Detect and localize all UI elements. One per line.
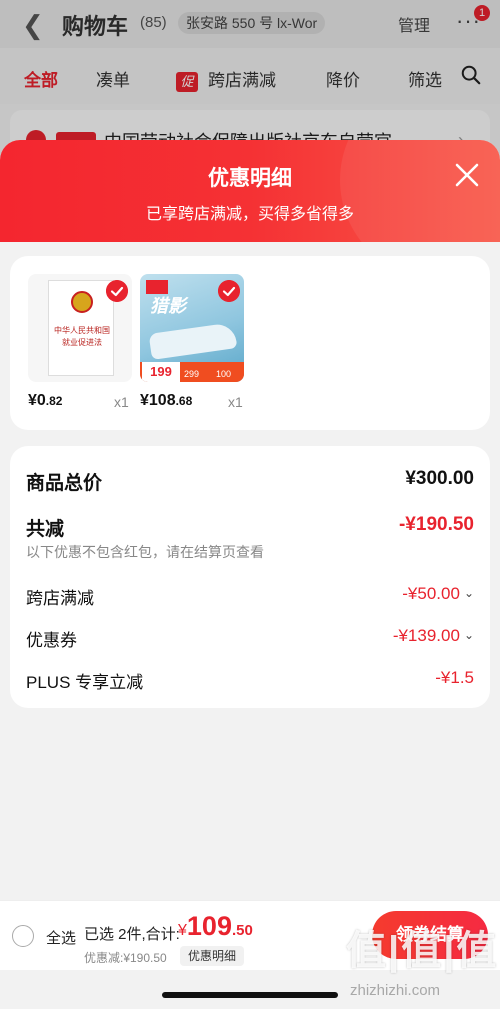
image-price-original: 299 xyxy=(184,369,200,379)
discount-label: PLUS 专享立减 xyxy=(26,673,144,692)
discount-label: 优惠券 xyxy=(26,631,77,650)
discount-summary: 优惠减:¥190.50 xyxy=(84,951,167,965)
product-image[interactable]: 猎影 199 299 100 xyxy=(140,274,244,382)
close-icon[interactable] xyxy=(454,162,480,188)
selected-count: 已选 2件,合计: xyxy=(84,926,180,943)
book-cover-title: 中华人民共和国就业促进法 xyxy=(54,326,110,347)
product-price: ¥108.68 xyxy=(140,392,193,409)
product-list: 中华人民共和国就业促进法 ¥0.82 x1 猎影 199 299 100 ¥10… xyxy=(10,256,490,430)
price-summary: 商品总价 ¥300.00 共减 -¥190.50 以下优惠不包含红包，请在结算页… xyxy=(10,446,490,708)
discount-value: -¥50.00 ⌄ xyxy=(402,584,474,603)
product-image[interactable]: 中华人民共和国就业促进法 xyxy=(28,274,132,382)
discount-detail-sheet: 优惠明细 已享跨店满减，买得多省得多 中华人民共和国就业促进法 ¥0.82 x1 xyxy=(0,140,500,900)
select-all-checkbox[interactable] xyxy=(12,925,34,947)
total-reduction-label: 共减 xyxy=(26,519,65,540)
book-cover: 中华人民共和国就业促进法 xyxy=(48,280,114,376)
home-indicator[interactable] xyxy=(162,992,338,998)
selected-check-icon[interactable] xyxy=(218,280,240,302)
total-price-value: ¥300.00 xyxy=(405,468,474,489)
shoe-illustration xyxy=(148,322,238,360)
discount-detail-button[interactable]: 优惠明细 xyxy=(180,946,245,966)
sheet-header: 优惠明细 已享跨店满减，买得多省得多 xyxy=(0,140,500,280)
sheet-title: 优惠明细 xyxy=(208,167,292,190)
total-reduction-value: -¥190.50 xyxy=(398,514,474,535)
image-price-strip: 199 299 100 xyxy=(140,362,244,382)
watermark-logo: 值|值|值 xyxy=(346,929,499,973)
product-item-shoe[interactable]: 猎影 199 299 100 ¥108.68 x1 xyxy=(140,274,244,410)
image-price-discount: 100 xyxy=(216,369,232,379)
product-quantity: x1 xyxy=(228,394,243,410)
discount-value: -¥139.00 ⌄ xyxy=(392,626,474,645)
discount-value: -¥1.5 xyxy=(435,668,474,687)
select-all-label[interactable]: 全选 xyxy=(46,927,76,948)
total-amount: ¥109.50 xyxy=(178,911,253,941)
total-price-label: 商品总价 xyxy=(26,473,103,494)
shoe-brand-text: 猎影 xyxy=(150,296,186,316)
national-emblem-icon xyxy=(71,291,93,313)
reduction-note: 以下优惠不包含红包，请在结算页查看 xyxy=(26,544,264,560)
chevron-down-icon: ⌄ xyxy=(463,628,474,642)
discount-label: 跨店满减 xyxy=(26,589,94,608)
watermark-url: zhizhizhi.com xyxy=(350,982,441,999)
selected-check-icon[interactable] xyxy=(106,280,128,302)
image-price: 199 xyxy=(142,362,180,382)
product-item-book[interactable]: 中华人民共和国就业促进法 ¥0.82 x1 xyxy=(28,274,132,410)
product-price: ¥0.82 xyxy=(28,392,63,409)
chevron-down-icon: ⌄ xyxy=(463,586,474,600)
sheet-subtitle: 已享跨店满减，买得多省得多 xyxy=(145,206,354,223)
product-quantity: x1 xyxy=(114,394,129,410)
